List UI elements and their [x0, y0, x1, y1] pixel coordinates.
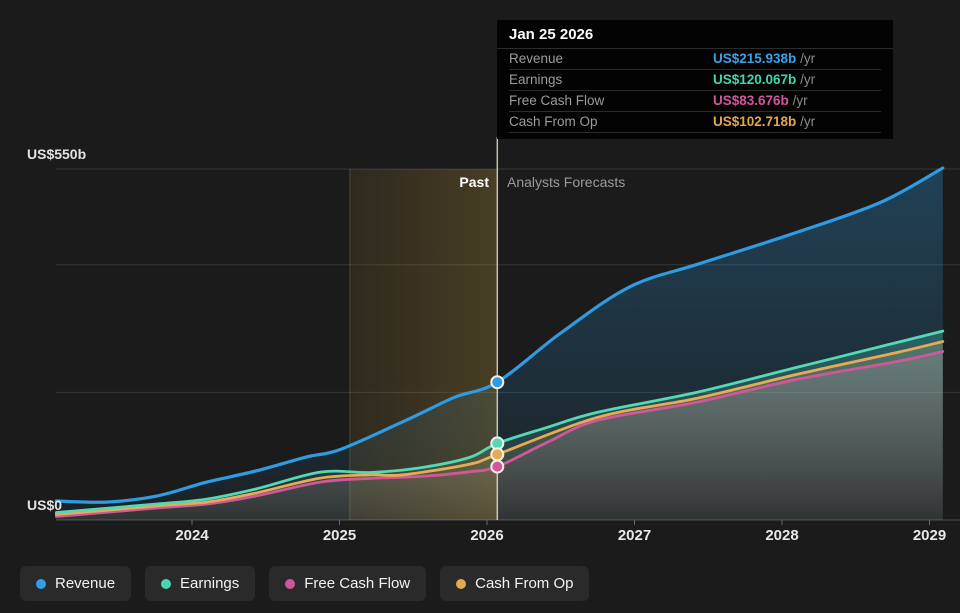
- legend-item-label: Free Cash Flow: [304, 575, 410, 592]
- legend-item-free-cash-flow[interactable]: Free Cash Flow: [269, 566, 426, 601]
- tooltip-value-suffix: /yr: [796, 51, 815, 66]
- tooltip-row-label: Free Cash Flow: [509, 93, 604, 108]
- x-ticks: [192, 520, 930, 525]
- marker-free-cash-flow[interactable]: [491, 461, 503, 473]
- legend-item-label: Cash From Op: [475, 575, 573, 592]
- tooltip-value-number: US$120.067b: [713, 72, 796, 87]
- tooltip-row-value: US$83.676b /yr: [713, 91, 808, 111]
- tooltip-row-free-cash-flow: Free Cash Flow US$83.676b /yr: [509, 91, 881, 112]
- legend-item-label: Earnings: [180, 575, 239, 592]
- legend-item-cash-from-op[interactable]: Cash From Op: [440, 566, 589, 601]
- tooltip: Jan 25 2026 RevenueUS$215.938b /yrEarnin…: [497, 20, 893, 139]
- legend-item-earnings[interactable]: Earnings: [145, 566, 255, 601]
- legend-dot-icon: [36, 579, 46, 589]
- tooltip-value-number: US$83.676b: [713, 93, 789, 108]
- tooltip-row-earnings: Earnings US$120.067b /yr: [509, 70, 881, 91]
- past-label: Past: [389, 174, 489, 190]
- tooltip-row-revenue: Revenue US$215.938b /yr: [509, 49, 881, 70]
- tooltip-row-label: Earnings: [509, 72, 562, 87]
- legend-item-label: Revenue: [55, 575, 115, 592]
- tooltip-row-value: US$120.067b /yr: [713, 70, 815, 90]
- tooltip-value-suffix: /yr: [796, 114, 815, 129]
- tooltip-row-label: Revenue: [509, 51, 563, 66]
- analysts-forecasts-label: Analysts Forecasts: [507, 174, 625, 190]
- tooltip-row-value: US$102.718b /yr: [713, 112, 815, 132]
- tooltip-value-number: US$102.718b: [713, 114, 796, 129]
- marker-revenue[interactable]: [491, 376, 503, 388]
- tooltip-row-label: Cash From Op: [509, 114, 598, 129]
- tooltip-value-number: US$215.938b: [713, 51, 796, 66]
- legend-dot-icon: [456, 579, 466, 589]
- tooltip-date: Jan 25 2026: [497, 20, 893, 49]
- tooltip-row-cash-from-op: Cash From Op US$102.718b /yr: [509, 112, 881, 133]
- legend-dot-icon: [161, 579, 171, 589]
- legend-dot-icon: [285, 579, 295, 589]
- x-tick-label-2024: 2024: [162, 527, 222, 544]
- tooltip-row-value: US$215.938b /yr: [713, 49, 815, 69]
- marker-cash-from-op[interactable]: [491, 448, 503, 460]
- legend-item-revenue[interactable]: Revenue: [20, 566, 131, 601]
- x-tick-label-2025: 2025: [310, 527, 370, 544]
- y-axis-label-max: US$550b: [27, 146, 86, 162]
- x-tick-label-2026: 2026: [457, 527, 517, 544]
- forecast-chart-root: US$550b US$0 Past Analysts Forecasts 202…: [0, 0, 960, 613]
- x-tick-label-2028: 2028: [752, 527, 812, 544]
- x-tick-label-2029: 2029: [900, 527, 960, 544]
- y-axis-label-min: US$0: [27, 497, 62, 513]
- x-tick-label-2027: 2027: [605, 527, 665, 544]
- legend: Revenue Earnings Free Cash Flow Cash From O…: [20, 566, 589, 601]
- tooltip-value-suffix: /yr: [789, 93, 808, 108]
- tooltip-value-suffix: /yr: [796, 72, 815, 87]
